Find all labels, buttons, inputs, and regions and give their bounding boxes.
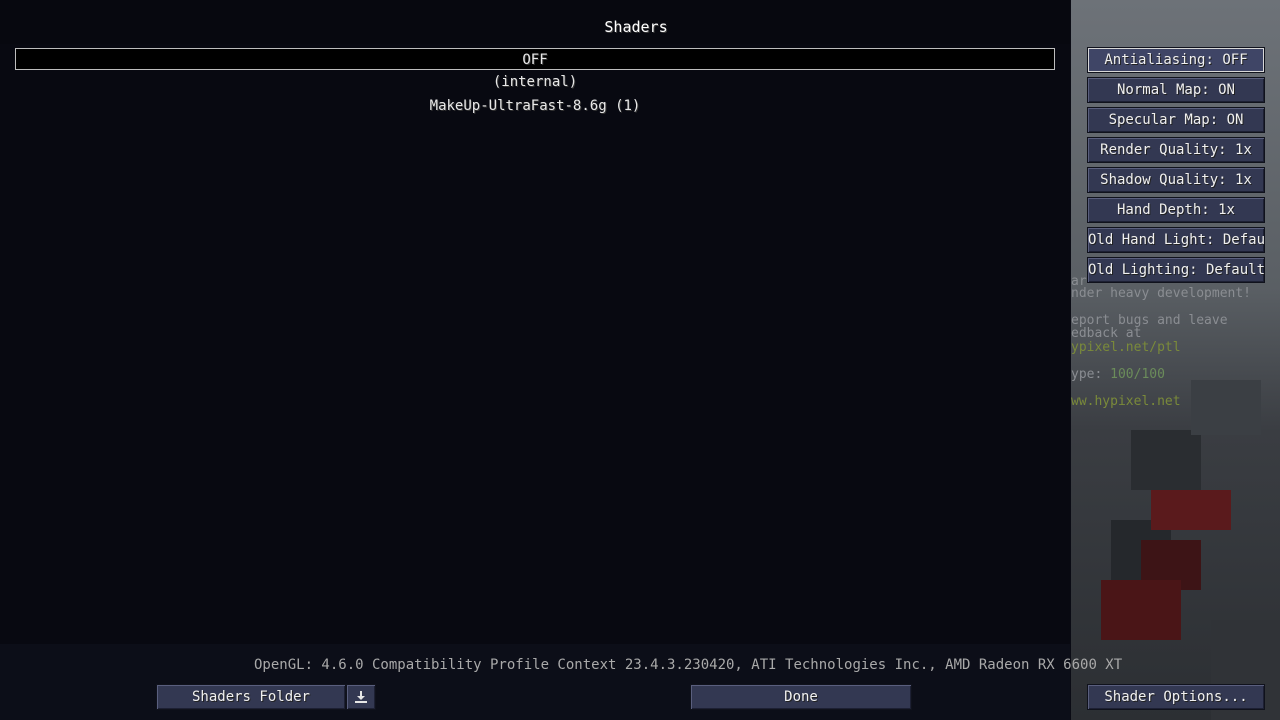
- shader-item-makeup[interactable]: MakeUp-UltraFast-8.6g (1): [15, 95, 1055, 117]
- hand-depth-button[interactable]: Hand Depth: 1x: [1087, 197, 1265, 223]
- background-block: [1191, 380, 1261, 435]
- done-button[interactable]: Done: [690, 684, 912, 710]
- antialiasing-button[interactable]: Antialiasing: OFF: [1087, 47, 1265, 73]
- shaders-folder-button[interactable]: Shaders Folder: [156, 684, 346, 710]
- shader-options-button[interactable]: Shader Options...: [1087, 684, 1265, 710]
- page-title: Shaders: [604, 18, 668, 36]
- background-text: ww.hypixel.net: [1071, 394, 1181, 409]
- normal-map-button[interactable]: Normal Map: ON: [1087, 77, 1265, 103]
- shadow-quality-button[interactable]: Shadow Quality: 1x: [1087, 167, 1265, 193]
- shader-item-off[interactable]: OFF: [15, 48, 1055, 70]
- old-lighting-button[interactable]: Old Lighting: Default: [1087, 257, 1265, 283]
- shader-list: [0, 44, 1070, 644]
- download-shader-button[interactable]: [346, 684, 376, 710]
- render-quality-button[interactable]: Render Quality: 1x: [1087, 137, 1265, 163]
- background-text: edback at: [1071, 326, 1142, 341]
- background-text: ypixel.net/ptl: [1071, 340, 1181, 355]
- specular-map-button[interactable]: Specular Map: ON: [1087, 107, 1265, 133]
- background-text: ype: 100/100: [1071, 367, 1165, 382]
- background-block: [1151, 490, 1231, 530]
- download-icon: [355, 691, 367, 703]
- background-block: [1131, 430, 1201, 490]
- background-block: [1101, 580, 1181, 640]
- old-hand-light-button[interactable]: Old Hand Light: Default: [1087, 227, 1265, 253]
- background-text: nder heavy development!: [1071, 286, 1252, 301]
- opengl-info: OpenGL: 4.6.0 Compatibility Profile Cont…: [254, 657, 1123, 673]
- shader-item-internal[interactable]: (internal): [15, 71, 1055, 93]
